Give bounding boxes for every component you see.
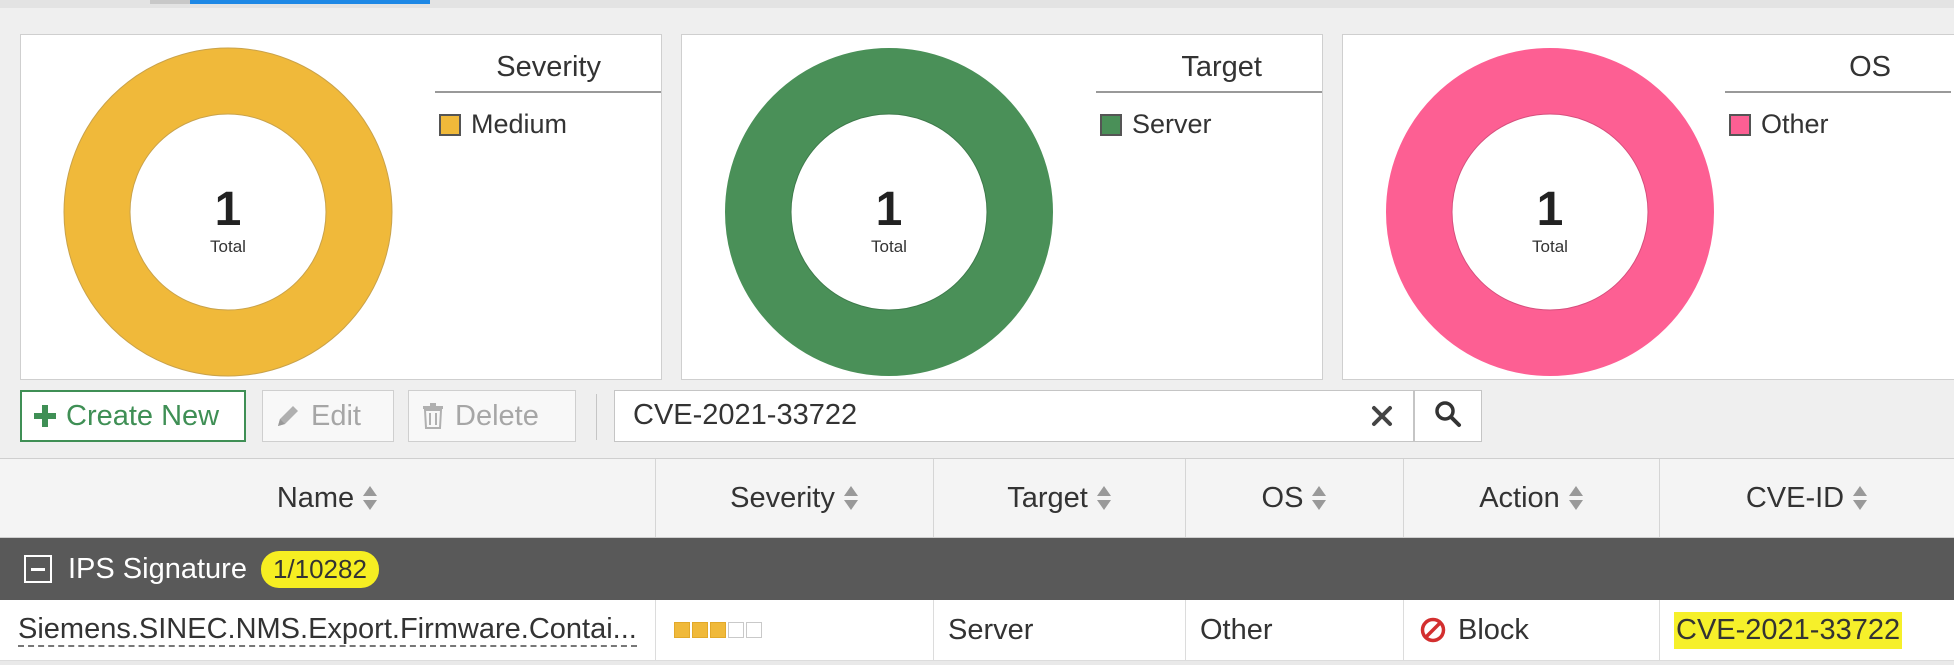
group-header-ips-signature[interactable]: IPS Signature 1/10282 [0,538,1954,600]
legend-swatch [1729,113,1751,136]
severity-block-empty [728,622,744,638]
os-donut[interactable]: 1 Total [1383,45,1717,379]
plus-icon [34,405,56,427]
column-header-label: Severity [730,481,835,514]
edit-button[interactable]: Edit [262,390,394,442]
column-header-name[interactable]: Name [0,459,656,537]
tab-edge [150,0,190,4]
column-header-label: Name [276,481,355,514]
sort-icon [1852,485,1868,511]
top-tab-strip [0,0,1954,8]
block-icon [1420,617,1446,643]
column-header-label: Action [1479,481,1560,514]
severity-block-empty [746,622,762,638]
target-value: Server [948,613,1034,646]
target-chart-card: 1 Total Target Server [681,34,1323,380]
create-new-button[interactable]: Create New [20,390,246,442]
legend-item-other[interactable]: Other [1729,109,1951,140]
search-button[interactable] [1414,390,1482,442]
charts-panel: 1 Total Severity Medium 1 Total Target S… [0,8,1954,388]
table-row[interactable]: Siemens.SINEC.NMS.Export.Firmware.Contai… [0,600,1954,661]
severity-level-indicator [674,622,762,638]
edit-label: Edit [311,399,361,432]
legend-item-label: Server [1132,109,1212,139]
severity-block-filled [710,622,726,638]
os-total-value: 1 [1537,183,1564,236]
search-input[interactable]: CVE-2021-33722 [614,390,1414,442]
sort-icon [1568,485,1584,511]
legend-item-label: Other [1761,109,1829,139]
sort-icon [843,485,859,511]
active-tab-indicator[interactable] [150,0,430,4]
toolbar-separator [596,394,597,440]
search-icon [1434,400,1462,433]
severity-chart-card: 1 Total Severity Medium [20,34,662,380]
cell-os: Other [1186,600,1404,660]
target-total-label: Total [871,237,907,256]
column-header-label: Target [1007,481,1088,514]
collapse-icon[interactable] [24,555,52,583]
column-header-cve-id[interactable]: CVE-ID [1660,459,1954,537]
target-legend-title: Target [1096,45,1322,93]
severity-total-value: 1 [215,183,242,236]
column-header-severity[interactable]: Severity [656,459,934,537]
severity-legend: Severity Medium [435,45,661,140]
pencil-icon [275,403,301,429]
legend-swatch [439,113,461,136]
legend-item-server[interactable]: Server [1100,109,1322,140]
cell-cve-id: CVE-2021-33722 [1660,600,1954,660]
cell-target: Server [934,600,1186,660]
clear-search-icon[interactable] [1367,401,1397,431]
action-value: Block [1458,613,1529,646]
legend-item-medium[interactable]: Medium [439,109,661,140]
target-total-value: 1 [876,183,903,236]
delete-label: Delete [455,399,539,432]
column-header-target[interactable]: Target [934,459,1186,537]
table-header: Name Severity Target OS Action CVE-ID [0,458,1954,538]
severity-block-filled [674,622,690,638]
severity-legend-title: Severity [435,45,661,93]
os-legend: OS Other [1725,45,1951,140]
sort-icon [1096,485,1112,511]
signature-table: Name Severity Target OS Action CVE-ID IP… [0,458,1954,661]
column-header-os[interactable]: OS [1186,459,1404,537]
severity-block-filled [692,622,708,638]
cve-id-value: CVE-2021-33722 [1674,611,1903,649]
os-chart-card: 1 Total OS Other [1342,34,1954,380]
cell-action: Block [1404,600,1660,660]
sort-icon [362,485,378,511]
target-donut[interactable]: 1 Total [722,45,1056,379]
column-header-action[interactable]: Action [1404,459,1660,537]
column-header-label: CVE-ID [1745,481,1845,514]
legend-swatch [1100,113,1122,136]
toolbar: Create New Edit Delete CVE-2021-33722 [0,388,1954,458]
target-legend: Target Server [1096,45,1322,140]
column-header-label: OS [1261,481,1304,514]
os-value: Other [1200,613,1273,646]
os-total-label: Total [1532,237,1568,256]
search-input-value: CVE-2021-33722 [633,399,858,431]
trash-icon [421,403,445,429]
cell-name[interactable]: Siemens.SINEC.NMS.Export.Firmware.Contai… [0,600,656,660]
group-count-badge: 1/10282 [260,550,379,588]
severity-total-label: Total [210,237,246,256]
group-title: IPS Signature [68,552,247,585]
os-legend-title: OS [1725,45,1951,93]
legend-item-label: Medium [471,109,568,139]
sort-icon [1311,485,1327,511]
create-new-label: Create New [66,399,220,432]
cell-severity [656,600,934,660]
severity-donut[interactable]: 1 Total [61,45,395,379]
delete-button[interactable]: Delete [408,390,576,442]
signature-name-link[interactable]: Siemens.SINEC.NMS.Export.Firmware.Contai… [18,613,637,647]
